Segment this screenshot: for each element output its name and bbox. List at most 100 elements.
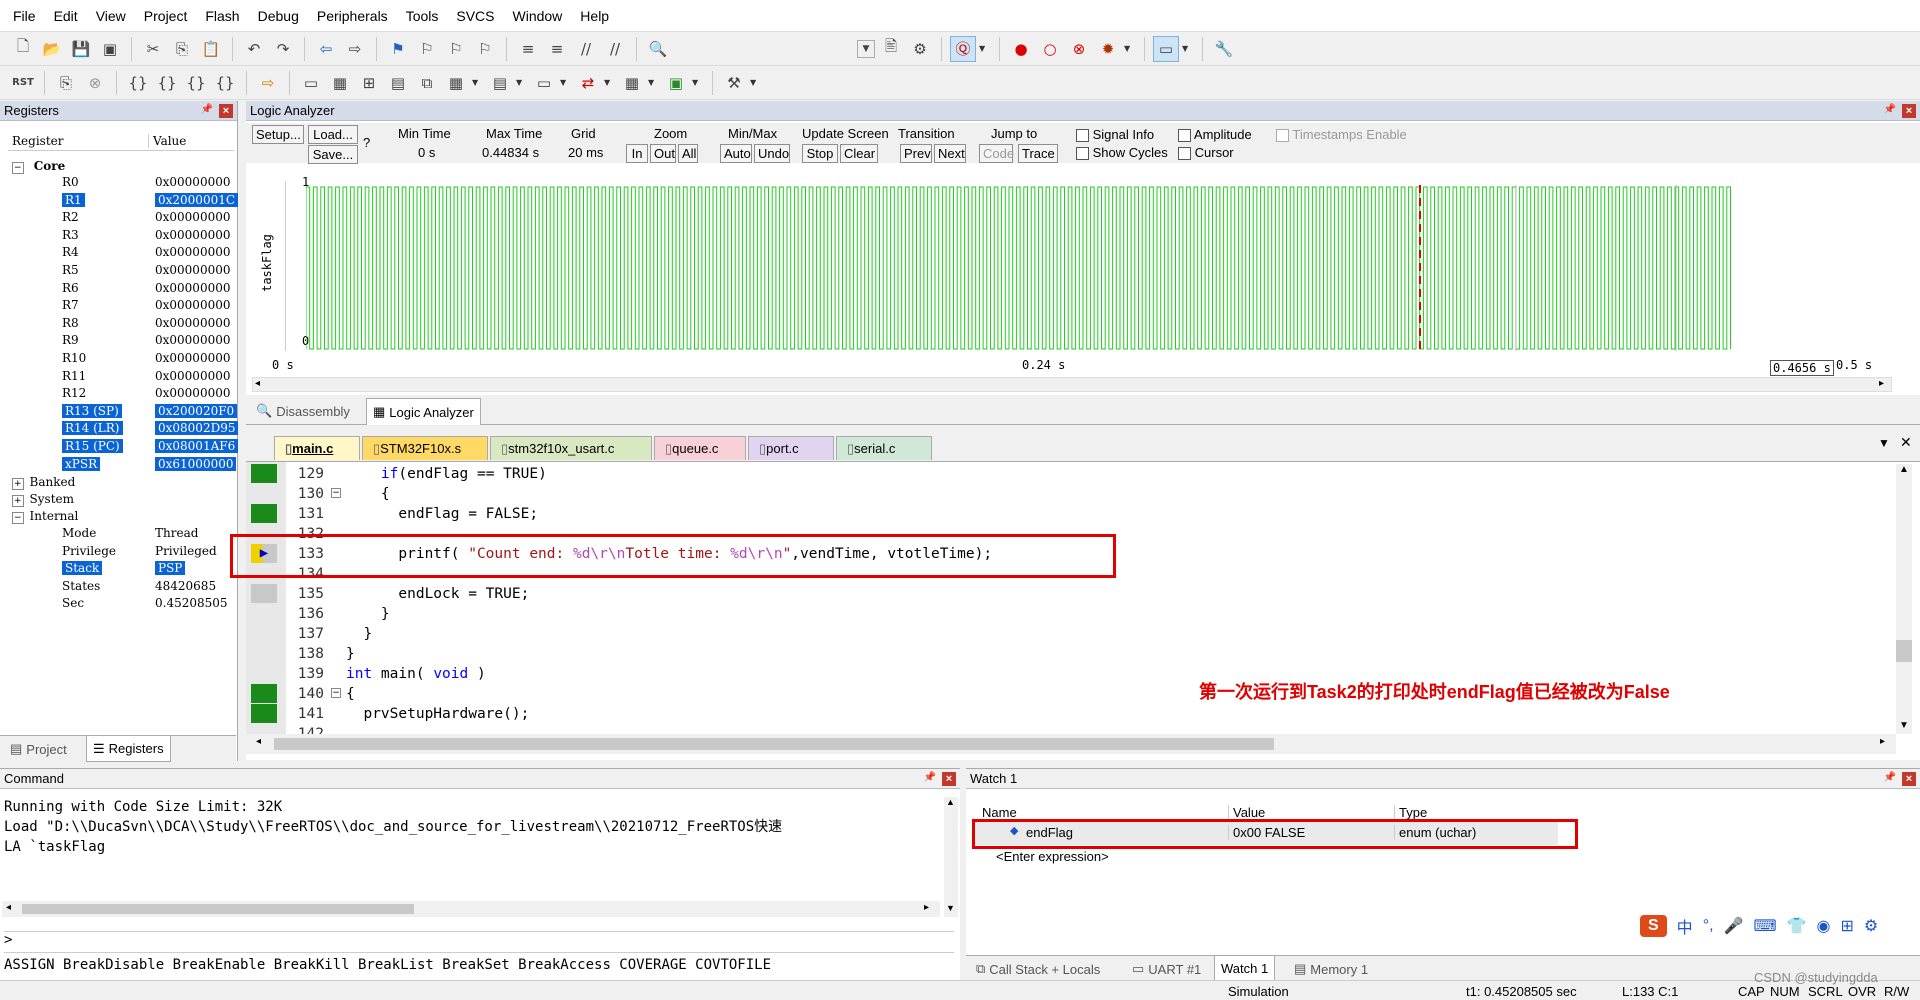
breakpoint-disable-all-icon[interactable]: ⊗: [1066, 36, 1092, 62]
config-icon[interactable]: 🖹: [878, 36, 904, 62]
jump-trace-button[interactable]: Trace: [1018, 144, 1058, 163]
code-line[interactable]: 136 }: [0, 604, 1680, 624]
register-value[interactable]: 0x00000000: [155, 263, 230, 277]
la-horizontal-scrollbar[interactable]: ◂ ▸: [252, 377, 1892, 392]
close-icon[interactable]: ×: [1902, 103, 1916, 118]
build-target-icon[interactable]: ⚙: [907, 36, 933, 62]
system-viewer-icon[interactable]: ▣: [663, 70, 689, 96]
combo-dropdown-icon[interactable]: ▼: [857, 39, 875, 58]
registers-window-icon[interactable]: ▤: [385, 70, 411, 96]
code-line[interactable]: 141 prvSetupHardware();: [0, 704, 1680, 724]
register-row[interactable]: R6 0x00000000: [0, 281, 236, 299]
register-row[interactable]: R11 0x00000000: [0, 369, 236, 387]
register-value[interactable]: 0x00000000: [155, 175, 230, 189]
register-value[interactable]: 0x00000000: [155, 245, 230, 259]
register-row[interactable]: R10 0x00000000: [0, 351, 236, 369]
copy-icon[interactable]: ⎘: [169, 36, 195, 62]
register-value[interactable]: 0x00000000: [155, 369, 230, 383]
close-editor-icon[interactable]: ✕: [1900, 434, 1912, 451]
register-row[interactable]: R9 0x00000000: [0, 333, 236, 351]
register-value[interactable]: 0x00000000: [155, 281, 230, 295]
menu-debug[interactable]: Debug: [249, 0, 308, 32]
editor-horizontal-scrollbar[interactable]: ◂ ▸: [246, 734, 1896, 754]
menu-peripherals[interactable]: Peripherals: [308, 0, 397, 32]
save-icon[interactable]: 💾: [68, 36, 94, 62]
register-row[interactable]: R15 (PC) 0x08001AF6: [0, 438, 239, 457]
register-value[interactable]: 0x08002D95: [155, 421, 239, 436]
tab-registers[interactable]: ☰ Registers: [86, 736, 171, 762]
jump-code-button[interactable]: Code: [979, 144, 1014, 163]
editor-tab-stm32f10x_usart-c[interactable]: ▯ stm32f10x_usart.c: [490, 436, 652, 460]
code-line[interactable]: 131 endFlag = FALSE;: [0, 504, 1680, 524]
command-input[interactable]: >: [4, 931, 954, 953]
close-icon[interactable]: ×: [1902, 771, 1916, 786]
tab-list-icon[interactable]: ▼: [1878, 436, 1890, 450]
register-value[interactable]: 0x00000000: [155, 351, 230, 365]
register-value[interactable]: 0x08001AF6: [155, 438, 239, 453]
step-out-icon[interactable]: {}: [183, 70, 209, 96]
tab-watch[interactable]: Watch 1: [1214, 956, 1276, 982]
register-row[interactable]: R13 (SP) 0x200020F0: [0, 403, 238, 422]
register-row[interactable]: R0 0x00000000: [0, 175, 236, 193]
zoom-in-button[interactable]: In: [626, 144, 648, 163]
callstack-window-icon[interactable]: ⧉: [414, 70, 440, 96]
menu-file[interactable]: File: [4, 0, 45, 32]
waveform-canvas[interactable]: [306, 185, 1906, 351]
uncomment-icon[interactable]: //: [602, 36, 628, 62]
reset-icon[interactable]: RST: [10, 70, 36, 96]
code-line[interactable]: 129 if(endFlag == TRUE): [0, 464, 1680, 484]
editor-tab-serial-c[interactable]: ▯ serial.c: [836, 436, 932, 460]
window-layout-icon[interactable]: ▭: [1153, 35, 1179, 62]
close-icon[interactable]: ×: [942, 771, 956, 786]
menu-project[interactable]: Project: [135, 0, 197, 32]
unindent-icon[interactable]: ≡: [544, 36, 570, 62]
register-value[interactable]: 0x00000000: [155, 386, 230, 400]
code-line[interactable]: 137 }: [0, 624, 1680, 644]
timestamps-option[interactable]: Timestamps Enable: [1276, 127, 1407, 143]
save-all-icon[interactable]: ▣: [97, 36, 123, 62]
paste-icon[interactable]: 📋: [198, 36, 224, 62]
stop-icon[interactable]: ⊗: [82, 70, 108, 96]
register-row[interactable]: R2 0x00000000: [0, 210, 236, 228]
toolbox-icon[interactable]: ⚒: [721, 70, 747, 96]
run-to-cursor-icon[interactable]: {}: [212, 70, 238, 96]
tree-core[interactable]: − Core: [12, 159, 65, 174]
breakpoint-kill-all-icon[interactable]: ✹: [1095, 36, 1121, 62]
cut-icon[interactable]: ✂: [140, 36, 166, 62]
tab-uart[interactable]: ▭ UART #1: [1126, 958, 1207, 980]
show-cycles-option[interactable]: Show Cycles: [1076, 145, 1168, 161]
menu-window[interactable]: Window: [504, 0, 572, 32]
ime-toolbar[interactable]: S 中 °, 🎤 ⌨ 👕 ◉ ⊞ ⚙: [1640, 909, 1916, 943]
watch-window-icon[interactable]: ▦: [443, 70, 469, 96]
save-button[interactable]: Save...: [308, 145, 358, 164]
bookmark-icon[interactable]: ⚑: [385, 36, 411, 62]
step-into-icon[interactable]: {}: [125, 70, 151, 96]
register-row[interactable]: R1 0x2000001C: [0, 192, 239, 211]
register-value[interactable]: 0x00000000: [155, 316, 230, 330]
menu-svcs[interactable]: SVCS: [447, 0, 503, 32]
zoom-all-button[interactable]: All: [678, 144, 698, 163]
zoom-out-button[interactable]: Out: [650, 144, 676, 163]
editor-tab-port-c[interactable]: ▯ port.c: [748, 436, 834, 460]
tab-disassembly[interactable]: 🔍 Disassembly: [250, 400, 356, 422]
clear-button[interactable]: Clear: [840, 144, 878, 163]
setup-button[interactable]: Setup...: [252, 125, 304, 144]
tab-call-stack[interactable]: ⧉ Call Stack + Locals: [970, 958, 1106, 980]
memory-window-icon[interactable]: ▤: [487, 70, 513, 96]
register-row[interactable]: R12 0x00000000: [0, 386, 236, 404]
editor-tab-main-c[interactable]: ▯ main.c: [274, 436, 360, 460]
bookmark-prev-icon[interactable]: ⚐: [414, 36, 440, 62]
prev-button[interactable]: Prev: [900, 144, 932, 163]
register-row[interactable]: R8 0x00000000: [0, 316, 236, 334]
redo-icon[interactable]: ↷: [270, 36, 296, 62]
auto-button[interactable]: Auto: [720, 144, 752, 163]
register-row[interactable]: R14 (LR) 0x08002D95: [0, 421, 239, 439]
pin-icon[interactable]: 📌: [201, 104, 213, 118]
cursor-option[interactable]: Cursor: [1178, 145, 1234, 161]
amplitude-option[interactable]: Amplitude: [1178, 127, 1252, 143]
editor-tab-queue-c[interactable]: ▯ queue.c: [654, 436, 746, 460]
comment-icon[interactable]: //: [573, 36, 599, 62]
bookmark-clear-icon[interactable]: ⚐: [472, 36, 498, 62]
show-next-statement-icon[interactable]: ⇨: [255, 70, 281, 96]
pin-icon[interactable]: 📌: [1884, 104, 1896, 118]
